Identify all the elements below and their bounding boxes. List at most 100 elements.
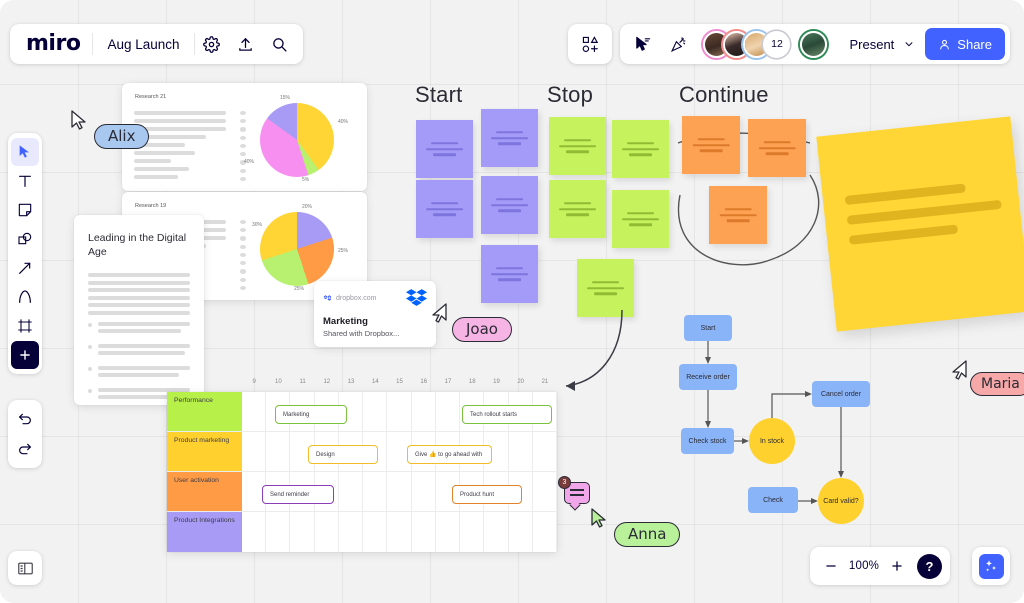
- ai-assistant-button[interactable]: [972, 547, 1010, 585]
- sticky-note-stop-1[interactable]: [549, 117, 606, 175]
- document-card[interactable]: Leading in the Digital Age: [74, 215, 204, 405]
- apps-group: [568, 24, 613, 64]
- zoom-in-button[interactable]: [884, 553, 910, 579]
- dropbox-link-card[interactable]: dropbox.com Marketing Shared with Dropbo…: [314, 281, 436, 347]
- gantt-task[interactable]: Give 👍 to go ahead with: [407, 445, 492, 464]
- cursor-joao: Joao: [430, 303, 512, 343]
- sticky-note-continue-1[interactable]: [682, 116, 740, 174]
- sticky-note-stop-5[interactable]: [577, 259, 634, 317]
- flowchart-node-cancel-order[interactable]: Cancel order: [812, 381, 870, 407]
- help-button[interactable]: ?: [917, 553, 942, 579]
- flowchart-node-start[interactable]: Start: [684, 315, 732, 341]
- gantt-row-grid: [242, 432, 558, 471]
- gantt-row-label: User activation: [167, 472, 242, 511]
- section-header-start: Start: [415, 82, 463, 107]
- gantt-row-user-activation[interactable]: User activation Send reminder Product hu…: [167, 472, 558, 512]
- person-icon: [940, 39, 950, 49]
- zoom-level-label[interactable]: 100%: [848, 560, 880, 572]
- miro-logo[interactable]: miro: [16, 33, 92, 55]
- gantt-task[interactable]: Send reminder: [262, 485, 334, 504]
- gear-icon[interactable]: [195, 27, 229, 61]
- sticky-note-tool[interactable]: [11, 196, 39, 224]
- research-card-1[interactable]: Research 21 15% 40% 5% 40%: [122, 83, 367, 191]
- sticky-note-start-5[interactable]: [481, 245, 538, 303]
- upload-icon[interactable]: [229, 27, 263, 61]
- pie-label-pink: 40%: [244, 159, 255, 165]
- connector-curve-down: [565, 309, 623, 391]
- gantt-col: 20: [517, 379, 525, 385]
- select-tool[interactable]: [11, 138, 39, 166]
- flowchart-node-check-stock[interactable]: Check stock: [681, 428, 734, 454]
- pie-label-orange: 25%: [338, 248, 349, 254]
- cursor-label-alix: Alix: [94, 124, 150, 150]
- sticky-note-large-yellow[interactable]: [816, 116, 1024, 332]
- arrow-icon: [19, 262, 31, 274]
- pie-chart-1: 15% 40% 5% 40%: [244, 95, 348, 183]
- gantt-task[interactable]: Marketing: [275, 405, 347, 424]
- share-button[interactable]: Share: [925, 28, 1005, 60]
- zoom-out-button[interactable]: [818, 553, 844, 579]
- sticky-note-icon: [18, 203, 32, 217]
- cursor-label-anna: Anna: [614, 522, 681, 548]
- undo-button[interactable]: [11, 405, 39, 433]
- shapes-icon[interactable]: [573, 27, 607, 61]
- gantt-row-product-marketing[interactable]: Product marketing Design Give 👍 to go ah…: [167, 432, 558, 472]
- sticky-note-start-1[interactable]: [416, 120, 473, 178]
- cursor-pointer-icon: [591, 508, 606, 528]
- cursor-alix: Alix: [70, 110, 150, 150]
- gantt-task[interactable]: Tech rollout starts: [462, 405, 552, 424]
- gantt-col: 16: [420, 379, 428, 385]
- note-text-lines: [757, 141, 798, 155]
- search-icon[interactable]: [263, 27, 297, 61]
- frame-icon: [18, 319, 32, 333]
- panel-layout-toggle[interactable]: [8, 551, 42, 585]
- sticky-note-stop-3[interactable]: [549, 180, 606, 238]
- celebrate-icon[interactable]: [661, 27, 695, 61]
- cursor-pointer-icon[interactable]: [625, 27, 659, 61]
- dropbox-small-icon: [323, 295, 332, 301]
- gantt-col: 17: [444, 379, 452, 385]
- cursor-icon: [19, 145, 29, 158]
- document-bullet-item: [88, 365, 190, 381]
- sticky-note-start-4[interactable]: [481, 176, 538, 234]
- connector-tool[interactable]: [11, 254, 39, 282]
- chart-legend-dots: [240, 220, 246, 290]
- gantt-chart[interactable]: 9 10 11 12 13 14 15 16 17 18 19 20 21 Pe…: [167, 379, 558, 552]
- present-button[interactable]: Present: [837, 29, 923, 59]
- pen-tool[interactable]: [11, 283, 39, 311]
- note-text-lines: [621, 142, 661, 156]
- gantt-col: 11: [299, 379, 306, 385]
- gantt-row-product-integrations[interactable]: Product Integrations: [167, 512, 558, 552]
- gantt-task[interactable]: Product hunt: [452, 485, 522, 504]
- gantt-col: 15: [396, 379, 403, 385]
- gantt-task[interactable]: Design: [308, 445, 378, 464]
- sticky-note-start-3[interactable]: [416, 180, 473, 238]
- collaborator-count-badge[interactable]: 12: [763, 30, 791, 58]
- comment-bubble[interactable]: 3: [558, 476, 590, 504]
- gantt-col: 19: [493, 379, 500, 385]
- flowchart-node-in-stock[interactable]: In stock: [749, 418, 795, 464]
- plus-icon: [20, 350, 30, 360]
- flowchart-node-card-valid[interactable]: Card valid?: [818, 478, 864, 524]
- flowchart-node-receive-order[interactable]: Receive order: [679, 364, 737, 390]
- sticky-note-start-2[interactable]: [481, 109, 538, 167]
- more-apps-tool[interactable]: [11, 341, 39, 369]
- current-user-avatar[interactable]: [800, 30, 828, 58]
- board-title[interactable]: Aug Launch: [93, 37, 193, 52]
- text-tool[interactable]: [11, 167, 39, 195]
- sticky-note-continue-2[interactable]: [748, 119, 806, 177]
- flowchart-node-check[interactable]: Check: [748, 487, 798, 513]
- gantt-col: 18: [468, 379, 476, 385]
- sticky-note-continue-3[interactable]: [709, 186, 767, 244]
- chart-title: Research 21: [135, 94, 167, 100]
- gantt-row-performance[interactable]: Performance Marketing Tech rollout start…: [167, 392, 558, 432]
- document-body-lines: [88, 273, 190, 315]
- cursor-label-joao: Joao: [452, 317, 512, 343]
- shapes-tool[interactable]: [11, 225, 39, 253]
- note-text-lines: [490, 131, 530, 145]
- collaborator-avatars[interactable]: 12: [703, 30, 791, 58]
- redo-button[interactable]: [11, 435, 39, 463]
- gantt-col: 21: [541, 379, 549, 385]
- note-text-lines: [844, 180, 1004, 245]
- frame-tool[interactable]: [11, 312, 39, 340]
